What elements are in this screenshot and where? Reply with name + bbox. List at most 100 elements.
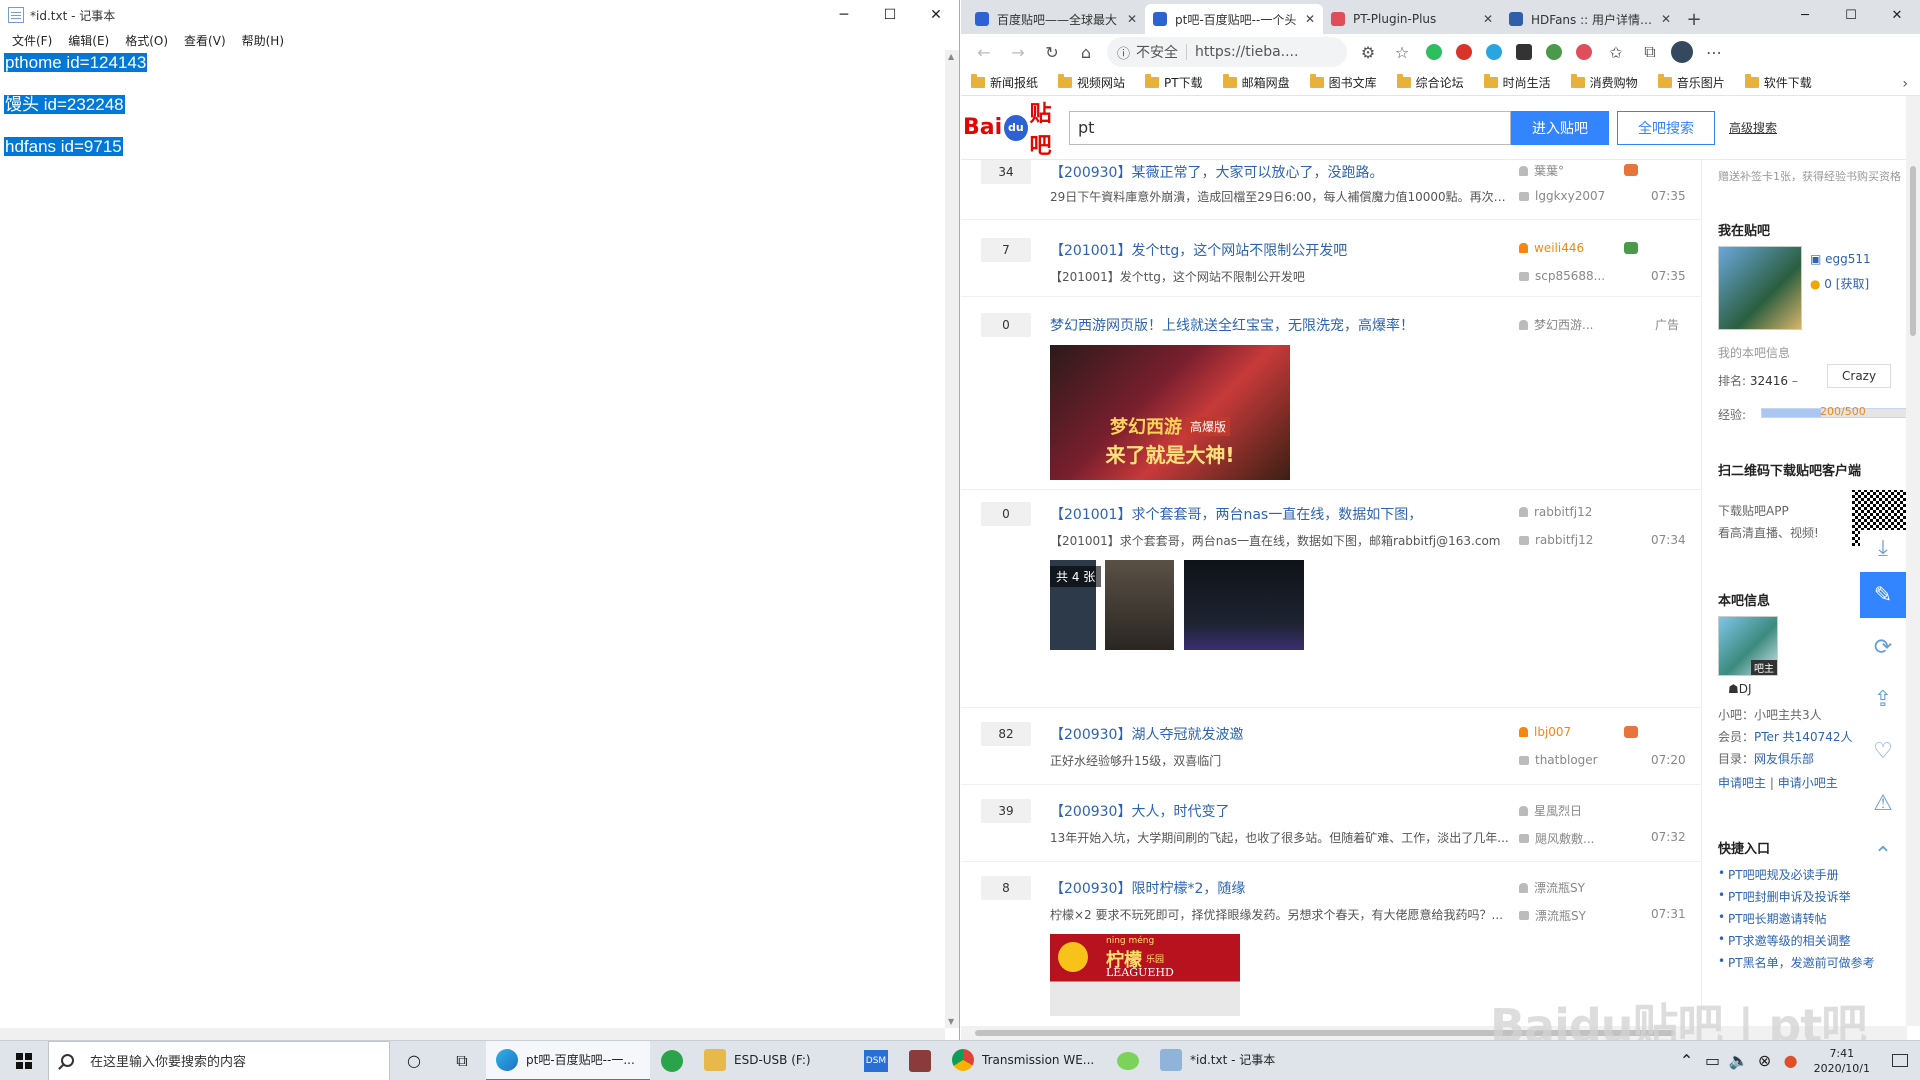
thread-author[interactable]: rabbitfj12 [1519,505,1592,519]
thread-title[interactable]: 【201001】发个ttg，这个网站不限制公开发吧 [1050,240,1347,260]
notification-center-icon[interactable] [1880,1041,1920,1080]
tab-hdfans[interactable]: HDFans :: 用户详情 - 0 ✕ [1501,4,1679,34]
menu-file[interactable]: 文件(F) [4,32,60,49]
last-reply-user[interactable]: 漂流瓶SY [1519,907,1586,924]
maximize-icon[interactable]: ☐ [1828,0,1874,30]
notepad-horizontal-scrollbar[interactable] [0,1028,945,1040]
bookmark-folder[interactable]: 时尚生活 [1483,74,1551,91]
bookmark-folder[interactable]: 视频网站 [1058,74,1125,91]
quick-link[interactable]: PT吧封删申诉及投诉举 [1718,888,1875,910]
tray-chevron-icon[interactable]: ⌃ [1674,1041,1700,1080]
taskbar-app-edge[interactable]: pt吧-百度贴吧--一... [486,1040,650,1080]
thread-title[interactable]: 【200930】限时柠檬*2，随缘 [1050,878,1245,898]
ad-author[interactable]: 梦幻西游... [1519,316,1593,333]
bookmark-folder[interactable]: 音乐图片 [1657,74,1725,91]
thread-author[interactable]: 星風烈日 [1519,802,1582,819]
owner-name[interactable]: ☗DJ [1728,682,1752,696]
bookmark-folder[interactable]: 软件下载 [1744,74,1812,91]
more-menu-icon[interactable]: ⋯ [1697,37,1731,67]
get-coins-link[interactable]: [获取] [1836,277,1869,291]
favorite-star-icon[interactable]: ☆ [1385,37,1419,67]
profile-avatar[interactable] [1667,37,1697,67]
ime-icon[interactable]: ⊗ [1752,1041,1778,1080]
bar-owner-avatar[interactable]: 吧主 [1718,616,1778,676]
tieba-search-input[interactable]: pt [1069,110,1511,145]
collections-icon[interactable]: ⧉ [1633,37,1667,67]
thread-title[interactable]: 【200930】某薇正常了，大家可以放心了，没跑路。 [1050,162,1383,182]
download-icon[interactable]: ⤓ [1860,530,1906,566]
extension-blue-icon[interactable] [1479,37,1509,67]
network-icon[interactable]: ▭ [1700,1041,1726,1080]
menu-view[interactable]: 查看(V) [176,32,234,49]
apply-sub-owner-link[interactable]: 申请小吧主 [1778,776,1838,790]
refresh-icon[interactable]: ↻ [1035,37,1069,67]
enter-bar-button[interactable]: 进入贴吧 [1511,110,1609,145]
tab-close-icon[interactable]: ✕ [1483,12,1493,26]
ad-image[interactable]: 梦幻西游 高爆版 来了就是大神! [1050,345,1290,480]
dsm-icon[interactable]: DSM [854,1041,898,1080]
last-reply-user[interactable]: scp85688... [1519,269,1605,283]
taskbar-app-chrome[interactable]: Transmission WE... [942,1041,1106,1080]
menu-help[interactable]: 帮助(H) [234,32,292,49]
last-reply-user[interactable]: 飓风敷敷... [1519,830,1594,847]
vertical-scrollbar[interactable] [1906,96,1920,1026]
bookmark-folder[interactable]: PT下载 [1145,74,1203,91]
thread-author[interactable]: weili446 [1519,241,1584,255]
cortana-icon[interactable]: ○ [390,1041,438,1080]
back-arrow-icon[interactable]: ← [967,37,1001,67]
username-link[interactable]: ▣ egg511 [1810,252,1871,266]
thread-title[interactable]: 【200930】大人，时代变了 [1050,801,1229,821]
tracking-icon[interactable]: ⚙ [1351,37,1385,67]
tray-app-icon[interactable]: ● [1778,1041,1804,1080]
extension-puzzle-icon[interactable] [1569,37,1599,67]
user-avatar[interactable] [1718,246,1802,330]
maximize-icon[interactable]: ☐ [867,0,913,30]
last-reply-user[interactable]: thatbloger [1519,753,1598,767]
menu-edit[interactable]: 编辑(E) [60,32,117,49]
tab-pt-bar[interactable]: pt吧-百度贴吧--一个头 ✕ [1145,4,1323,34]
thread-image-thumb[interactable] [1105,560,1174,650]
heart-icon[interactable]: ♡ [1860,728,1906,774]
taskbar-app-notepad[interactable]: *id.txt - 记事本 [1150,1041,1310,1080]
home-icon[interactable]: ⌂ [1069,37,1103,67]
quick-link[interactable]: PT吧长期邀请转帖 [1718,910,1875,932]
favorites-list-icon[interactable]: ✩ [1599,37,1633,67]
thread-author[interactable]: 漂流瓶SY [1519,879,1585,896]
wechat-green-icon[interactable] [650,1041,694,1080]
bookmark-folder[interactable]: 综合论坛 [1396,74,1464,91]
search-all-button[interactable]: 全吧搜索 [1617,110,1715,145]
new-tab-button[interactable]: + [1679,4,1709,34]
taskbar-clock[interactable]: 7:41 2020/10/1 [1804,1046,1880,1076]
close-icon[interactable]: ✕ [913,0,959,30]
thread-title[interactable]: 【201001】求个套套哥，两台nas一直在线，数据如下图， [1050,504,1422,524]
minimize-icon[interactable]: ─ [1782,0,1828,30]
tool-app-icon[interactable] [898,1041,942,1080]
thread-image[interactable]: ning méng 柠檬 乐园 LEAGUEHD [1050,934,1240,1016]
quick-link[interactable]: PT求邀等级的相关调整 [1718,932,1875,954]
post-edit-icon[interactable]: ✎ [1860,572,1906,618]
start-button[interactable] [0,1041,48,1080]
thread-image-thumb[interactable] [1184,560,1304,650]
ad-title[interactable]: 梦幻西游网页版！上线就送全红宝宝，无限洗宠，高爆率！ [1050,315,1414,335]
taskbar-search-box[interactable]: 在这里输入你要搜索的内容 [48,1040,390,1080]
thread-author[interactable]: 葉葉° [1519,162,1564,179]
extension-green-icon[interactable] [1539,37,1569,67]
thread-image-thumb[interactable]: 共 4 张 [1050,560,1102,650]
close-icon[interactable]: ✕ [1874,0,1920,30]
minimize-icon[interactable]: ─ [821,0,867,30]
bookmark-folder[interactable]: 消费购物 [1570,74,1638,91]
quick-link[interactable]: PT黑名单，发邀前可做参考 [1718,954,1875,976]
advanced-search-link[interactable]: 高级搜索 [1729,119,1777,136]
quick-link[interactable]: PT吧吧规及必读手册 [1718,866,1875,888]
notepad-vertical-scrollbar[interactable] [945,50,959,1028]
bookmark-folder[interactable]: 邮箱网盘 [1222,74,1290,91]
chevron-right-icon[interactable]: › [1902,76,1908,92]
tab-close-icon[interactable]: ✕ [1305,12,1315,26]
last-reply-user[interactable]: rabbitfj12 [1519,533,1593,547]
refresh-icon[interactable]: ⟳ [1860,624,1906,670]
tab-pt-plugin[interactable]: PT-Plugin-Plus ✕ [1323,4,1501,34]
tab-close-icon[interactable]: ✕ [1127,12,1137,26]
back-to-top-icon[interactable]: ⌃ [1860,832,1906,878]
thread-author[interactable]: lbj007 [1519,725,1571,739]
extension-badge-icon[interactable] [1509,37,1539,67]
